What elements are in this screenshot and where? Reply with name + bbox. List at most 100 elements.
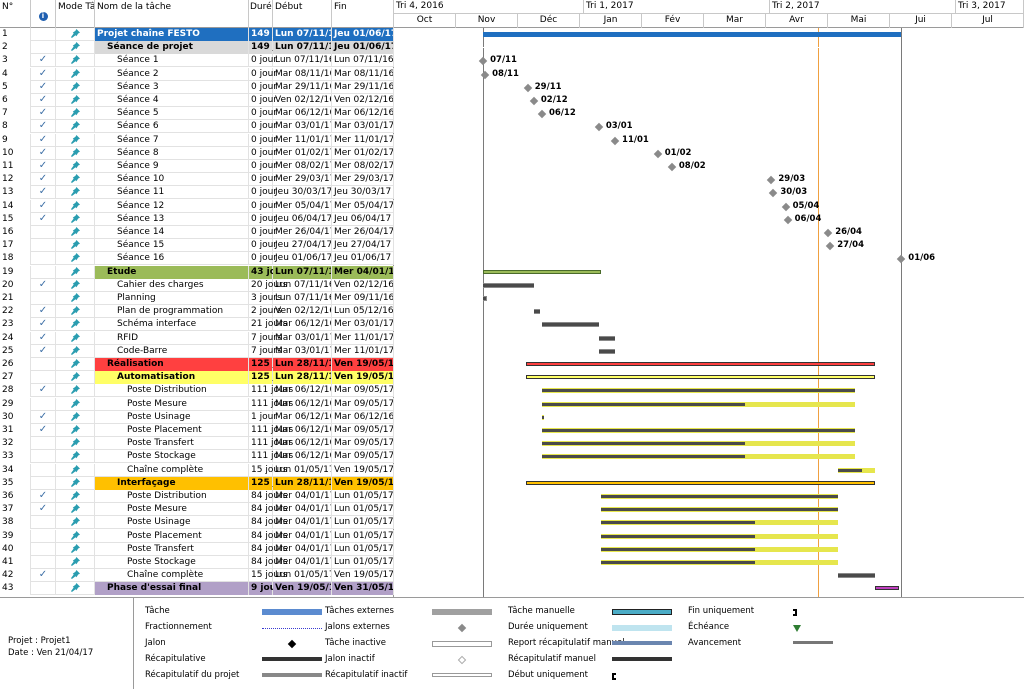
summary-bar[interactable] [483,269,601,274]
finish-cell[interactable]: Jeu 27/04/17 [332,239,394,253]
table-row[interactable]: 14 ✓ Séance 12 0 jour Mer 05/04/17 Mer 05/04/… [0,199,394,213]
task-id-cell[interactable]: 7 [0,107,31,121]
start-cell[interactable]: Mar 06/12/16 [273,107,332,121]
mode-cell[interactable] [56,80,95,94]
task-id-cell[interactable]: 9 [0,133,31,147]
task-bar[interactable] [600,546,839,552]
duration-cell[interactable]: 0 jour [249,94,277,107]
mode-cell[interactable] [56,358,95,371]
task-name-cell[interactable]: Séance 14 [95,226,249,239]
task-name-cell[interactable]: Séance 11 [95,186,249,200]
task-bar[interactable] [600,507,839,513]
task-name-cell[interactable]: Etude [95,265,249,279]
mode-cell[interactable] [56,397,95,411]
task-bar[interactable] [600,520,839,526]
mode-cell[interactable] [56,94,95,107]
duration-cell[interactable]: 43 jours [249,265,292,279]
task-id-cell[interactable]: 26 [0,358,31,371]
milestone-marker[interactable] [767,175,776,185]
duration-cell[interactable]: 0 jour [249,146,277,160]
finish-cell[interactable]: Ven 31/05/17 [332,582,394,596]
task-id-cell[interactable]: 13 [0,186,31,200]
task-bar[interactable] [541,401,855,407]
mode-cell[interactable] [56,529,95,543]
indicator-cell[interactable]: ✓ [31,212,56,226]
duration-cell[interactable]: 0 jour [249,173,277,187]
duration-cell[interactable]: 84 jours [249,542,287,556]
duration-cell[interactable]: 0 jour [249,199,277,213]
mode-cell[interactable] [56,265,95,279]
task-name-cell[interactable]: Séance 10 [95,173,249,187]
indicator-cell[interactable] [31,265,56,279]
table-row[interactable]: 18 Séance 16 0 jour Jeu 01/06/17 Jeu 01/06/1… [0,252,394,266]
table-row[interactable]: 1 Projet chaîne FESTO149 joursLun 07/11/1… [0,28,394,41]
task-name-cell[interactable]: Poste Distribution [95,490,249,503]
table-row[interactable]: 19 Etude43 joursLun 07/11/16Mer 04/01/17 [0,265,394,279]
indicator-cell[interactable] [31,226,56,239]
info-col-header[interactable]: i [31,0,56,28]
finish-cell[interactable]: Jeu 30/03/17 [332,186,394,200]
task-id-cell[interactable]: 14 [0,199,31,213]
task-id-cell[interactable]: 21 [0,292,31,305]
indicator-cell[interactable] [31,239,56,253]
indicator-cell[interactable]: ✓ [31,305,56,319]
start-cell[interactable]: Jeu 06/04/17 [273,212,332,226]
duration-cell[interactable]: 0 jour [249,80,277,94]
table-row[interactable]: 4 ✓ Séance 20 jour Mar 08/11/16 Mar 08/11/16 [0,67,394,81]
task-name-cell[interactable]: Chaîne complète [95,463,249,477]
mode-cell[interactable] [56,371,95,385]
task-id-cell[interactable]: 8 [0,120,31,134]
mode-cell[interactable] [56,344,95,358]
mode-cell[interactable] [56,278,95,292]
duration-cell[interactable]: 0 jour [249,186,277,200]
milestone-marker[interactable] [523,83,533,93]
mode-cell[interactable] [56,173,95,187]
finish-cell[interactable]: Ven 19/05/17 [332,463,394,477]
indicator-cell[interactable]: ✓ [31,424,56,437]
start-cell[interactable]: Mar 06/12/16 [273,424,332,437]
mode-cell[interactable] [56,437,95,451]
duration-cell[interactable]: 2 jours [249,305,282,319]
finish-cell[interactable]: Mar 03/01/17 [332,120,394,134]
start-cell[interactable]: Lun 07/11/16 [273,292,332,305]
indicator-cell[interactable]: ✓ [31,146,56,160]
mode-cell[interactable] [56,476,95,490]
start-cell[interactable]: Mer 04/01/17 [273,516,332,530]
task-id-cell[interactable]: 39 [0,529,31,543]
task-name-cell[interactable]: Schéma interface [95,318,249,332]
table-row[interactable]: 27 Automatisation125 joursLun 28/11/16Ven… [0,371,394,385]
milestone-marker[interactable] [653,149,662,159]
finish-cell[interactable]: Mar 06/12/16 [332,410,394,424]
start-cell[interactable]: Mer 04/01/17 [273,556,332,569]
milestone-marker[interactable] [529,96,539,106]
task-id-cell[interactable]: 25 [0,344,31,358]
task-name-cell[interactable]: Plan de programmation [95,305,249,319]
indicator-cell[interactable]: ✓ [31,80,56,94]
task-id-cell[interactable]: 42 [0,569,31,583]
task-name-cell[interactable]: Cahier des charges [95,278,249,292]
mode-cell[interactable] [56,133,95,147]
task-id-cell[interactable]: 18 [0,252,31,266]
mode-cell[interactable] [56,28,95,41]
table-row[interactable]: 22 ✓ Plan de programmation 2 jours Ven 02/12… [0,305,394,319]
start-cell[interactable]: Lun 01/05/17 [273,569,332,583]
task-name-cell[interactable]: Poste Distribution [95,384,249,398]
duration-cell[interactable]: 0 jour [249,226,277,239]
start-cell[interactable]: Jeu 01/06/17 [273,252,332,266]
indicator-cell[interactable] [31,450,56,464]
table-row[interactable]: 12 ✓ Séance 10 0 jour Mer 29/03/17 Mer 29/03/… [0,173,394,187]
start-cell[interactable]: Mer 08/02/17 [273,160,332,173]
task-bar[interactable] [541,388,855,394]
task-id-cell[interactable]: 11 [0,160,31,173]
duration-cell[interactable]: 0 jour [249,133,277,147]
milestone-marker[interactable] [825,241,835,251]
finish-cell[interactable]: Mer 05/04/17 [332,199,394,213]
task-id-cell[interactable]: 4 [0,67,31,81]
start-cell[interactable]: Lun 07/11/16 [273,265,332,279]
summary-bar[interactable] [483,47,902,49]
mode-cell[interactable] [56,424,95,437]
start-cell[interactable]: Mer 04/01/17 [273,529,332,543]
indicator-cell[interactable] [31,397,56,411]
table-row[interactable]: 7 ✓ Séance 50 jour Mar 06/12/16 Mar 06/12/16 [0,107,394,121]
task-id-cell[interactable]: 36 [0,490,31,503]
